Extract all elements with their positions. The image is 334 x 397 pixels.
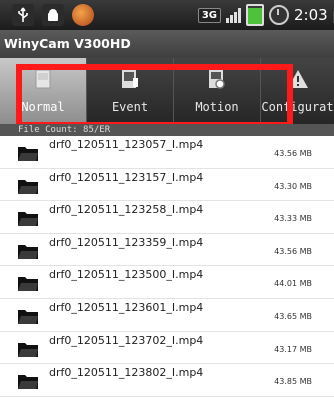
tab-bar: Normal Event Motion Configurat [0, 58, 334, 124]
vlc-icon [72, 4, 94, 26]
tab-event[interactable]: Event [87, 58, 174, 124]
file-count-header: File Count: 85/ER [0, 124, 334, 136]
file-row[interactable]: drf0_120511_123500_I.mp4 44.01 MB [0, 266, 334, 299]
file-size: 44.01 MB [274, 279, 312, 289]
status-bar: 3G 2:03 p [0, 0, 334, 30]
tab-label: Normal [21, 100, 65, 114]
file-size: 43.56 MB [274, 149, 312, 158]
file-size: 43.65 MB [274, 311, 312, 321]
tab-configuration[interactable]: Configurat [261, 58, 334, 124]
file-row[interactable]: drf0_120511_123258_I.mp4 43.33 MB [0, 201, 334, 234]
file-size: 43.85 MB [274, 377, 312, 387]
file-list: drf0_120511_123057_I.mp4 43.56 MB drf0_1… [0, 136, 334, 397]
file-size: 43.33 MB [274, 214, 312, 224]
folder-icon [18, 244, 38, 259]
file-name: drf0_120511_123702_I.mp4 [49, 333, 204, 347]
folder-icon [18, 342, 38, 357]
motion-file-icon [206, 68, 228, 90]
usb-icon [12, 4, 34, 26]
battery-icon [246, 4, 265, 26]
tab-normal[interactable]: Normal [0, 58, 87, 124]
file-name: drf0_120511_123500_I.mp4 [49, 268, 204, 282]
tab-label: Event [111, 100, 149, 114]
folder-icon [18, 212, 38, 227]
folder-icon [18, 309, 38, 324]
folder-icon [18, 147, 38, 161]
status-time: 2:03 p [294, 6, 334, 24]
file-size: 43.30 MB [274, 181, 312, 191]
file-row[interactable]: drf0_120511_123601_I.mp4 43.65 MB [0, 299, 334, 332]
network-type: 3G [197, 7, 222, 23]
android-icon [42, 4, 64, 26]
file-name: drf0_120511_123802_I.mp4 [49, 366, 204, 380]
tab-label: Configurat [261, 100, 334, 114]
file-name: drf0_120511_123359_I.mp4 [49, 235, 204, 249]
file-row[interactable]: drf0_120511_123057_I.mp4 43.56 MB [0, 136, 334, 169]
file-row[interactable]: drf0_120511_123802_I.mp4 43.85 MB [0, 364, 334, 397]
file-row[interactable]: drf0_120511_123702_I.mp4 43.17 MB [0, 332, 334, 365]
file-size: 43.56 MB [274, 246, 312, 256]
phone-screen: 3G 2:03 p WinyCam V300HD Normal Event [0, 0, 334, 397]
folder-icon [18, 277, 38, 292]
folder-icon [18, 179, 38, 194]
file-size: 43.17 MB [274, 344, 312, 354]
clock-icon [269, 5, 290, 25]
app-title: WinyCam V300HD [0, 30, 334, 58]
tab-label: Motion [195, 100, 239, 114]
signal-icon [226, 7, 242, 23]
file-name: drf0_120511_123601_I.mp4 [49, 300, 204, 314]
file-row[interactable]: drf0_120511_123157_I.mp4 43.30 MB [0, 169, 334, 202]
normal-file-icon [32, 68, 54, 90]
file-name: drf0_120511_123057_I.mp4 [49, 138, 204, 151]
folder-icon [18, 375, 38, 390]
tab-motion[interactable]: Motion [174, 58, 261, 124]
event-file-icon [119, 68, 141, 90]
file-row[interactable]: drf0_120511_123359_I.mp4 43.56 MB [0, 234, 334, 267]
warning-config-icon [287, 68, 309, 90]
file-name: drf0_120511_123157_I.mp4 [49, 170, 204, 184]
file-name: drf0_120511_123258_I.mp4 [49, 203, 204, 217]
